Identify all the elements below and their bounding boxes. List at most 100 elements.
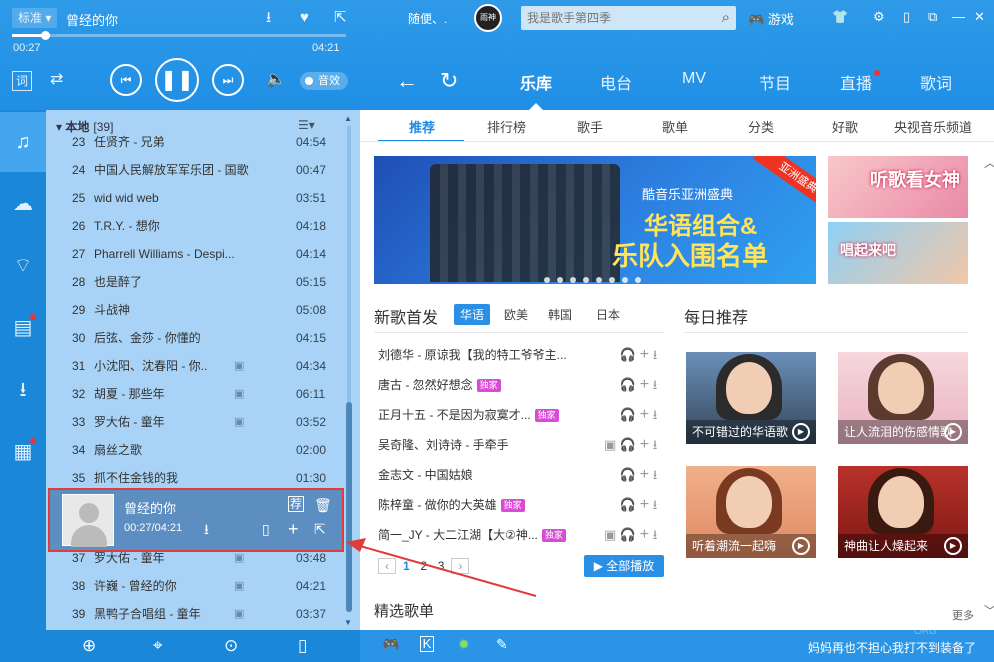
- add-icon[interactable]: +: [640, 466, 649, 483]
- add-icon[interactable]: +: [640, 436, 649, 453]
- banner-pager[interactable]: [544, 272, 648, 284]
- download-icon[interactable]: ⭳: [653, 437, 658, 452]
- song-share-icon[interactable]: ⇱: [314, 520, 326, 538]
- table-row[interactable]: 30 后弦、金莎 - 你懂的 04:15: [46, 324, 346, 352]
- next-button[interactable]: ⏭: [212, 64, 244, 96]
- recommend-icon[interactable]: 荐: [288, 496, 304, 512]
- song-name[interactable]: 吴奇隆、刘诗诗 - 手牵手: [378, 438, 509, 452]
- table-row[interactable]: 39 黑鸭子合唱组 - 童年 ▣ 03:37: [46, 600, 346, 628]
- minimize-icon[interactable]: —: [952, 9, 965, 24]
- table-row[interactable]: 28 也是醉了 05:15: [46, 268, 346, 296]
- subtab-playlists[interactable]: 歌单: [662, 117, 688, 136]
- content-scroll-down-icon[interactable]: ﹀: [984, 602, 994, 619]
- song-name[interactable]: 正月十五 - 不是因为寂寞才...: [378, 408, 531, 422]
- add-icon[interactable]: +: [640, 496, 649, 513]
- table-row[interactable]: 34 扇丝之歌 02:00: [46, 436, 346, 464]
- plugin-icon[interactable]: ✹: [458, 636, 470, 653]
- subtab-charts[interactable]: 排行榜: [487, 117, 526, 136]
- list-item[interactable]: 陈梓童 - 做你的大英雄独家 ▣ 🎧 + ⭳: [378, 490, 668, 520]
- table-row[interactable]: 27 Pharrell Williams - Despi... 04:14: [46, 240, 346, 268]
- table-row[interactable]: 31 小沈阳、沈春阳 - 你.. ▣ 04:34: [46, 352, 346, 380]
- play-circle-icon[interactable]: ▶: [944, 537, 962, 555]
- back-arrow-icon[interactable]: ←: [396, 68, 418, 94]
- lyric-toggle[interactable]: 词: [12, 71, 32, 91]
- tab-mv[interactable]: MV: [682, 70, 706, 88]
- daily-card-2[interactable]: 让人流泪的伤感情歌 ▶: [838, 352, 968, 444]
- table-row[interactable]: 29 斗战神 05:08: [46, 296, 346, 324]
- list-item[interactable]: 刘德华 - 原谅我【我的特工爷爷主... ▣ 🎧 + ⭳: [378, 340, 668, 370]
- promo-sing[interactable]: 唱起来吧: [828, 222, 968, 284]
- radio-signal-icon[interactable]: ⌔: [0, 236, 46, 296]
- scroll-up-icon[interactable]: ▲: [344, 114, 352, 123]
- download-icon[interactable]: ⭳: [653, 347, 658, 362]
- lang-korean[interactable]: 韩国: [548, 306, 572, 323]
- previous-button[interactable]: ⏮: [110, 64, 142, 96]
- recent-icon[interactable]: ▤: [0, 298, 46, 358]
- download-icon[interactable]: ⭳: [653, 497, 658, 512]
- tab-radio[interactable]: 电台: [600, 70, 632, 94]
- sound-effect-toggle[interactable]: 音效: [300, 72, 348, 90]
- delete-icon[interactable]: 🗑: [314, 496, 332, 514]
- add-icon[interactable]: +: [640, 376, 649, 393]
- download-icon[interactable]: ⭳: [266, 9, 271, 27]
- tab-shows[interactable]: 节目: [759, 70, 791, 94]
- progress-bar[interactable]: [12, 31, 346, 40]
- play-circle-icon[interactable]: ▶: [944, 423, 962, 441]
- subtab-recommend[interactable]: 推荐: [409, 117, 435, 136]
- headphones-icon[interactable]: 🎧: [620, 527, 636, 542]
- play-circle-icon[interactable]: ▶: [792, 537, 810, 555]
- headphones-icon[interactable]: 🎧: [620, 377, 636, 392]
- k-song-icon[interactable]: K: [420, 636, 434, 652]
- progress-knob[interactable]: [41, 31, 51, 40]
- refresh-icon[interactable]: ↻: [440, 68, 458, 94]
- apps-grid-icon[interactable]: ▦: [0, 422, 46, 482]
- mini-mode-icon[interactable]: ⧉: [928, 9, 937, 25]
- table-row[interactable]: 33 罗大佑 - 童年 ▣ 03:52: [46, 408, 346, 436]
- locate-icon[interactable]: ⌖: [153, 636, 163, 656]
- tab-live[interactable]: 直播: [840, 70, 872, 94]
- song-name[interactable]: 陈梓童 - 做你的大英雄: [378, 498, 497, 512]
- subtab-cctv[interactable]: 央视音乐频道: [894, 117, 972, 136]
- headphones-icon[interactable]: 🎧: [620, 437, 636, 452]
- table-row[interactable]: 25 wid wid web 03:51: [46, 184, 346, 212]
- promo-listen-goddess[interactable]: 听歌看女神: [828, 156, 968, 218]
- daily-card-4[interactable]: 神曲让人燥起来 ▶: [838, 466, 968, 558]
- search-input[interactable]: [521, 6, 706, 30]
- download-icon[interactable]: ⭳: [653, 407, 658, 422]
- mv-icon[interactable]: ▣: [234, 352, 244, 380]
- table-row[interactable]: 23 任贤齐 - 兄弟 04:54: [46, 128, 346, 156]
- skin-icon[interactable]: 👕: [832, 9, 848, 25]
- play-all-button[interactable]: ▶ 全部播放: [584, 555, 664, 577]
- now-playing-card[interactable]: 曾经的你 00:27/04:21 荐 🗑 ⭳ ▯ + ⇱: [48, 488, 344, 552]
- mv-icon[interactable]: ▣: [234, 408, 244, 436]
- add-circle-icon[interactable]: ⊕: [82, 636, 96, 656]
- song-name[interactable]: 金志文 - 中国姑娘: [378, 468, 473, 482]
- user-avatar[interactable]: 雨神: [474, 4, 502, 32]
- tools-icon[interactable]: ✎: [496, 636, 508, 653]
- subtab-good-songs[interactable]: 好歌: [832, 117, 858, 136]
- download-icon[interactable]: ⭳: [653, 527, 658, 542]
- tab-lyrics[interactable]: 歌词: [920, 70, 952, 94]
- headphones-icon[interactable]: 🎧: [620, 347, 636, 362]
- volume-icon[interactable]: 🔈: [266, 71, 286, 89]
- quality-select[interactable]: 标准 ▾: [12, 8, 58, 28]
- tab-library[interactable]: 乐库: [520, 70, 552, 110]
- download-icon[interactable]: ⭳: [653, 377, 658, 392]
- mv-icon[interactable]: ▣: [234, 572, 244, 600]
- daily-card-3[interactable]: 听着潮流一起嗨 ▶: [686, 466, 816, 558]
- play-circle-icon[interactable]: ▶: [792, 423, 810, 441]
- random-play-link[interactable]: 随便、.: [408, 10, 447, 27]
- mobile-icon[interactable]: ▯: [903, 9, 910, 25]
- cloud-icon[interactable]: ☁: [0, 174, 46, 234]
- song-name[interactable]: 刘德华 - 原谅我【我的特工爷爷主...: [378, 348, 567, 362]
- headphones-icon[interactable]: 🎧: [620, 497, 636, 512]
- mv-icon[interactable]: ▣: [604, 527, 620, 542]
- music-icon[interactable]: ♫: [0, 112, 46, 172]
- mv-icon[interactable]: ▣: [234, 380, 244, 408]
- more-link[interactable]: 更多: [952, 607, 974, 623]
- lang-chinese[interactable]: 华语: [454, 304, 491, 325]
- add-icon[interactable]: +: [288, 520, 299, 538]
- add-icon[interactable]: +: [640, 346, 649, 363]
- headphones-icon[interactable]: 🎧: [620, 467, 636, 482]
- table-row[interactable]: 24 中国人民解放军军乐团 - 国歌 00:47: [46, 156, 346, 184]
